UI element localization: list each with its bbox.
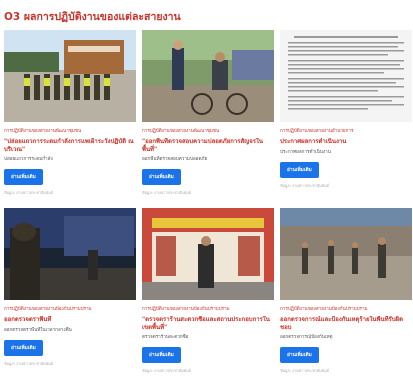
photo-document-page — [280, 30, 412, 122]
news-meta: ข้อมูล: งานข่าวประชาสัมพันธ์ — [4, 190, 54, 195]
news-category[interactable]: การปฏิบัติงานของสายงานอำนวยการ — [280, 128, 412, 135]
news-thumbnail[interactable] — [142, 208, 274, 300]
news-meta: ข้อมูล: งานข่าวประชาสัมพันธ์ — [4, 360, 54, 366]
read-more-button[interactable]: อ่านเพิ่มเติม — [142, 169, 181, 185]
photo-police-lineup — [4, 30, 136, 122]
news-title[interactable]: ออกตรวจตราพื้นที่ — [4, 316, 136, 324]
news-category[interactable]: การปฏิบัติงานของสายงานป้องกันปราบปราม — [142, 306, 274, 313]
news-meta: ข้อมูล: งานข่าวประชาสัมพันธ์ — [280, 368, 330, 373]
read-more-button[interactable]: อ่านเพิ่มเติม — [142, 347, 181, 363]
news-meta: ข้อมูล: งานข่าวประชาสัมพันธ์ — [280, 182, 330, 188]
news-title[interactable]: ประกาศผลการดำเนินงาน — [280, 138, 412, 146]
news-card: การปฏิบัติงานของสายงานอำนวยการ ประกาศผลก… — [280, 30, 412, 198]
news-card: การปฏิบัติงานของสายงานป้องกันปราบปราม ออ… — [4, 208, 136, 376]
news-thumbnail[interactable] — [280, 208, 412, 300]
read-more-button[interactable]: อ่านเพิ่มเติม — [280, 161, 319, 178]
news-meta: ข้อมูล: งานข่าวประชาสัมพันธ์ — [142, 368, 192, 373]
news-category[interactable]: การปฏิบัติงานของสายงานป้องกันปราบปราม — [280, 306, 412, 313]
news-category[interactable]: การปฏิบัติงานของสายงานป้องกันปราบปราม — [4, 306, 136, 313]
news-excerpt: ออกพื้นที่ตรวจสอบความปลอดภัย — [142, 157, 208, 162]
read-more-button[interactable]: อ่านเพิ่มเติม — [4, 169, 43, 185]
news-title[interactable]: "ปล่อยแถวการระดมกำลังการแพเฝ้าระวังปฏิบั… — [4, 138, 136, 153]
news-category[interactable]: การปฏิบัติงานของสายงานพัฒนาชุมชน — [142, 128, 274, 135]
news-excerpt: ประกาศผลการดำเนินงาน — [280, 149, 331, 155]
news-thumbnail[interactable] — [4, 208, 136, 300]
news-card: การปฏิบัติงานของสายงานพัฒนาชุมชน "ปล่อยแ… — [4, 30, 136, 198]
news-category[interactable]: การปฏิบัติงานของสายงานพัฒนาชุมชน — [4, 128, 136, 135]
news-card: การปฏิบัติงานของสายงานป้องกันปราบปราม ออ… — [280, 208, 412, 376]
news-excerpt: ออกตรวจตราพื้นที่ในเวลากลางคืน — [4, 327, 72, 333]
news-excerpt: ปล่อยแถวการระดมกำลัง — [4, 157, 53, 162]
photo-officers-tricycle — [142, 30, 274, 122]
page: O3 ผลการปฏิบัติงานของแต่ละสายงาน การปฏิบ… — [0, 0, 413, 383]
photo-store-inspection — [142, 208, 274, 300]
news-grid: การปฏิบัติงานของสายงานพัฒนาชุมชน "ปล่อยแ… — [4, 30, 412, 376]
read-more-button[interactable]: อ่านเพิ่มเติม — [280, 347, 319, 363]
news-card: การปฏิบัติงานของสายงานพัฒนาชุมชน "ออกพื้… — [142, 30, 274, 198]
news-title[interactable]: "ออกพื้นที่ตรวจสอบความปลอดภัยการสัญจรในพ… — [142, 138, 274, 153]
news-meta: ข้อมูล: งานข่าวประชาสัมพันธ์ — [142, 190, 192, 195]
photo-night-patrol — [4, 208, 136, 300]
news-title[interactable]: ออกตรวจการณ์และป้องกันเหตุร้ายในพื้นที่ร… — [280, 316, 412, 331]
news-excerpt: ออกตรวจการณ์ป้องกันเหตุ — [280, 335, 333, 340]
news-thumbnail[interactable] — [142, 30, 274, 122]
section-heading: O3 ผลการปฏิบัติงานของแต่ละสายงาน — [4, 11, 181, 23]
news-thumbnail[interactable] — [280, 30, 412, 122]
photo-street-patrol — [280, 208, 412, 300]
news-excerpt: ตรวจตราร้านสะดวกซื้อ — [142, 335, 189, 340]
news-card: การปฏิบัติงานของสายงานป้องกันปราบปราม "ต… — [142, 208, 274, 376]
news-thumbnail[interactable] — [4, 30, 136, 122]
news-title[interactable]: "ตรวจตราร้านสะดวกซื้อและสถานประกอบการในเ… — [142, 316, 274, 331]
read-more-button[interactable]: อ่านเพิ่มเติม — [4, 339, 43, 356]
